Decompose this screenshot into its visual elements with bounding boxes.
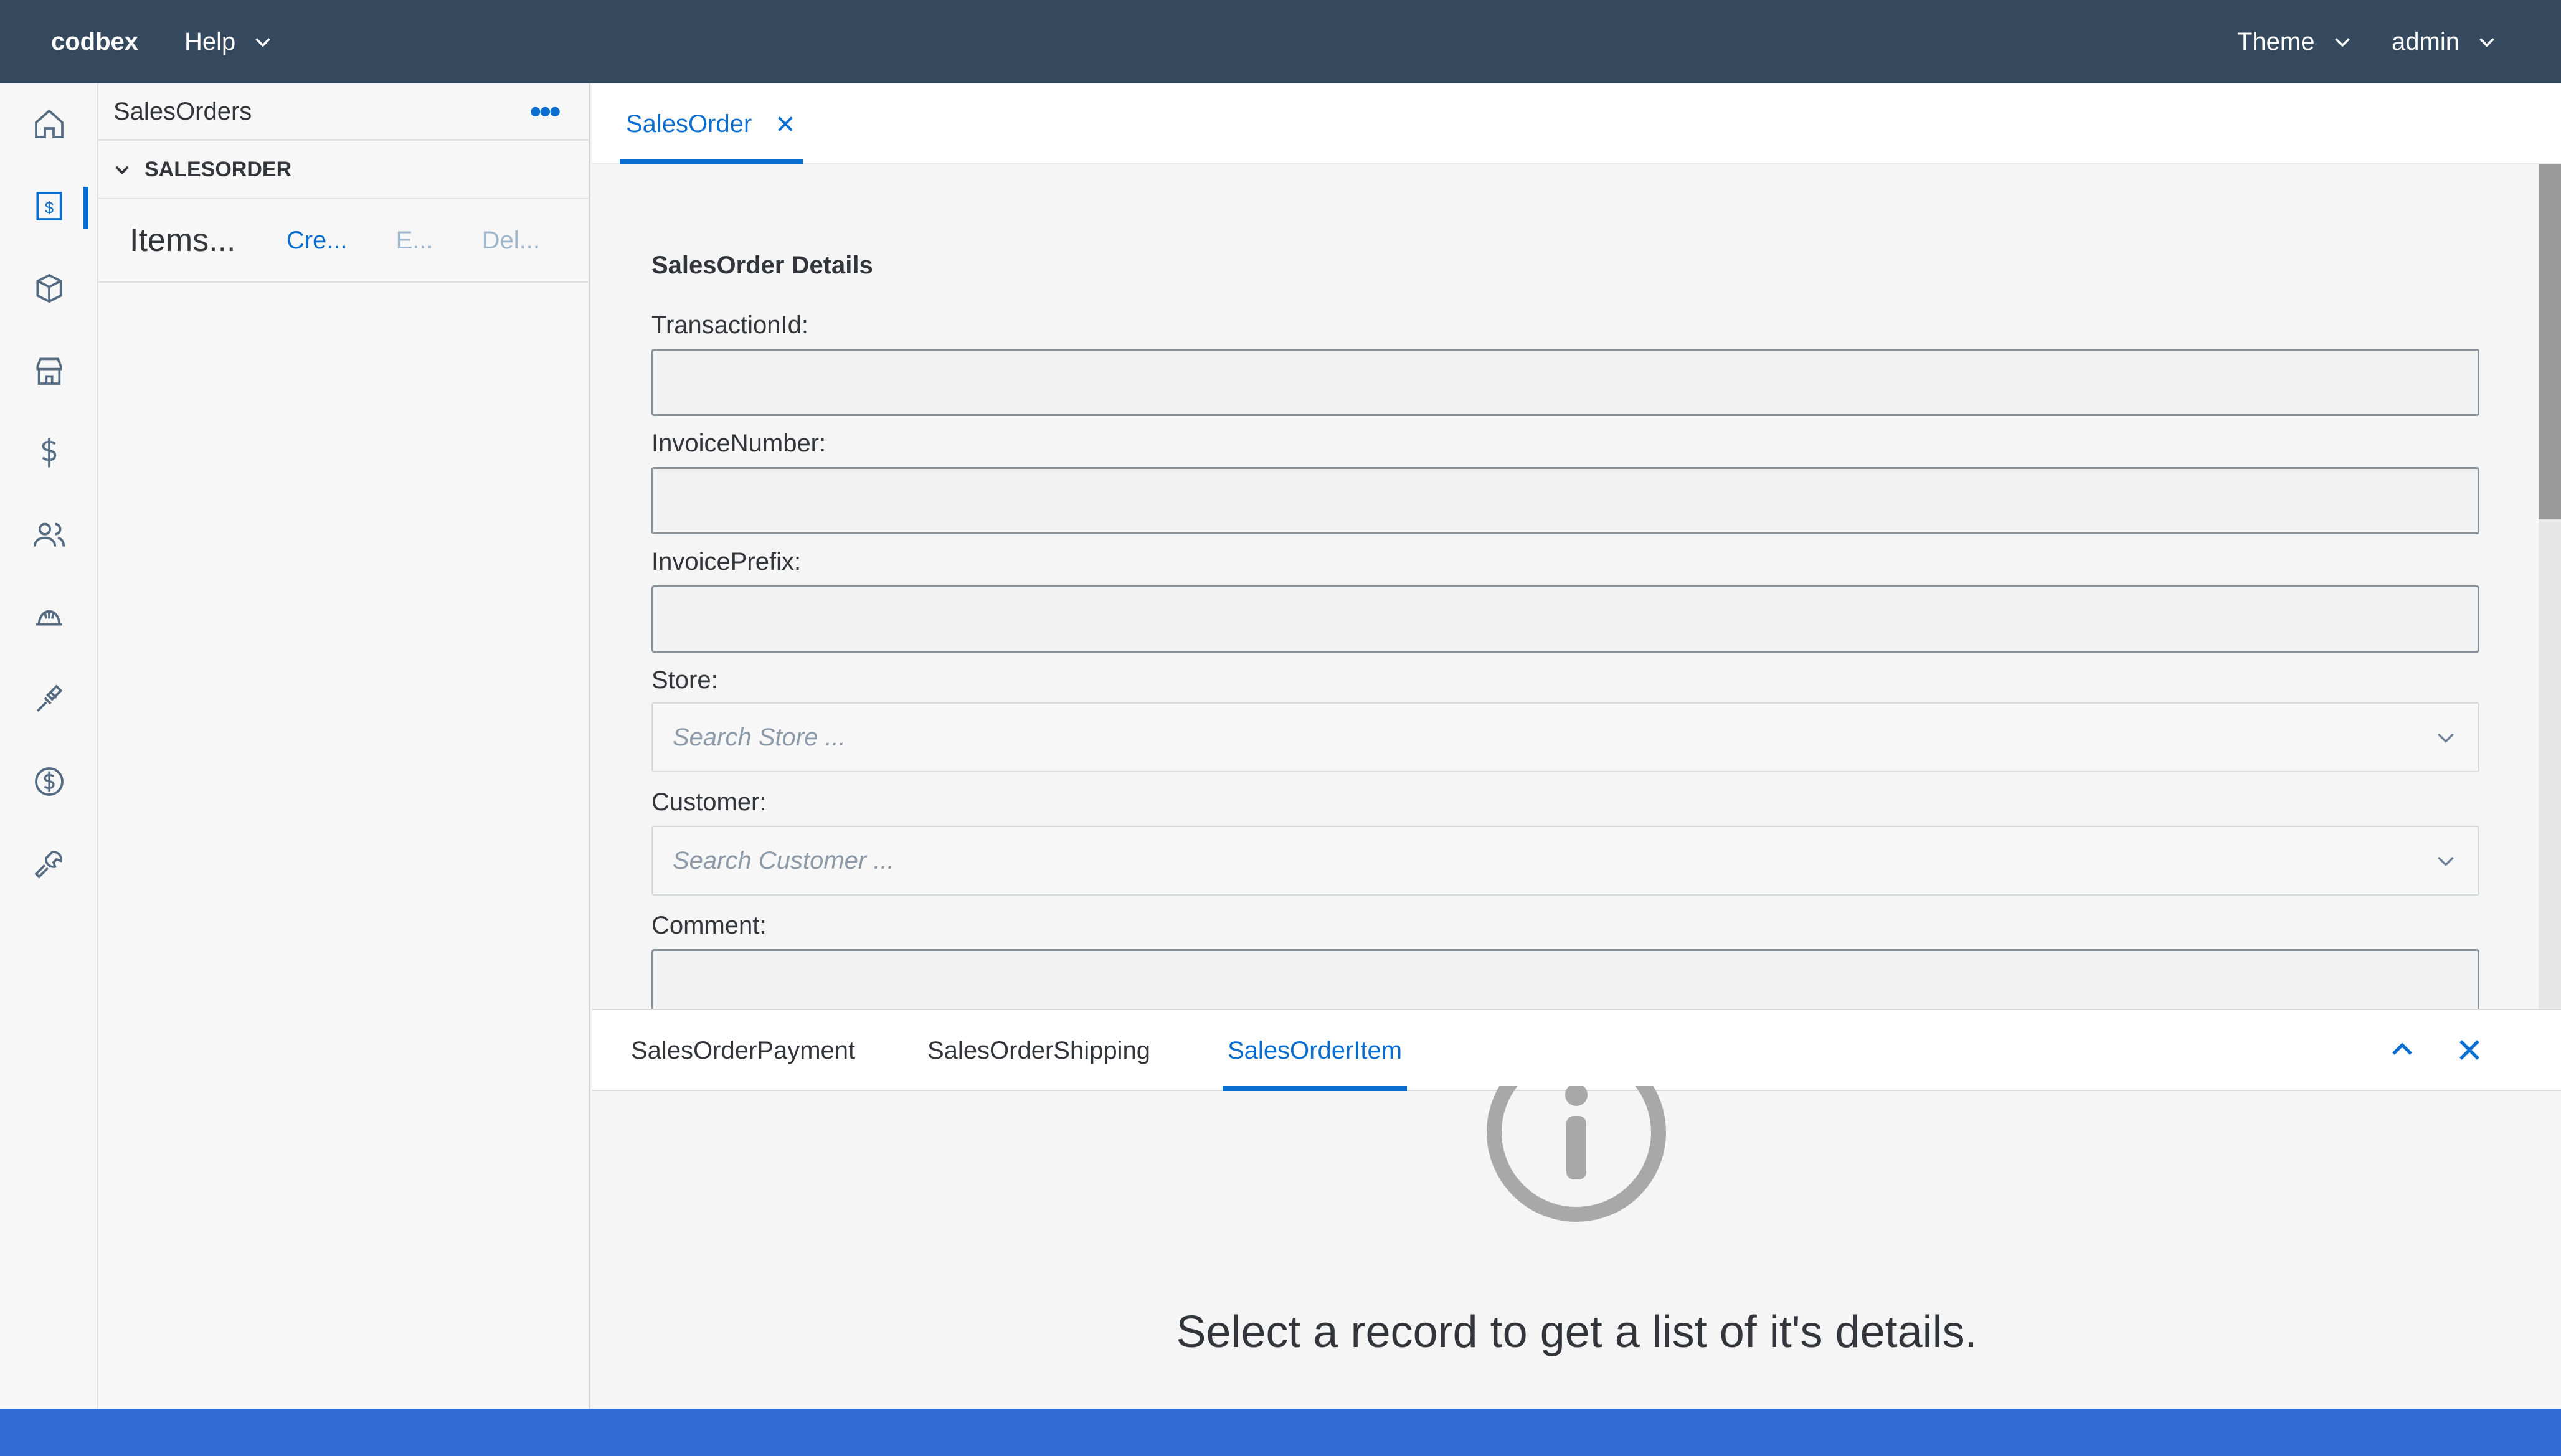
- tree-header: SalesOrders •••: [98, 83, 589, 141]
- help-menu[interactable]: Help: [184, 28, 274, 56]
- tree-row-items[interactable]: Items... Cre... E... Del...: [98, 199, 589, 283]
- sales-document-icon: $: [36, 192, 62, 220]
- nav-partners[interactable]: [0, 501, 98, 569]
- customer-placeholder: Search Customer ...: [673, 846, 894, 874]
- dollar-circle-icon: [35, 767, 64, 796]
- comment-input[interactable]: [651, 949, 2479, 1016]
- store-label: Store:: [651, 666, 718, 694]
- chevron-down-icon: [115, 166, 129, 175]
- close-icon[interactable]: [774, 113, 797, 135]
- transactionid-input[interactable]: [651, 349, 2479, 416]
- empty-state-message: Select a record to get a list of it's de…: [1176, 1307, 1977, 1357]
- chevron-down-icon: [2479, 38, 2494, 47]
- people-icon: [33, 522, 65, 547]
- store-placeholder: Search Store ...: [673, 723, 846, 751]
- nav-settings[interactable]: [0, 830, 98, 898]
- tree-row-title[interactable]: Items...: [130, 222, 286, 259]
- theme-menu-label: Theme: [2237, 27, 2315, 55]
- details-tabbar: SalesOrderPayment SalesOrderShipping Sal…: [592, 1009, 2561, 1091]
- form-scrollbar[interactable]: [2539, 164, 2561, 1091]
- tab-salesorderitem[interactable]: SalesOrderItem: [1223, 1010, 1408, 1091]
- invoiceprefix-label: InvoicePrefix:: [651, 548, 802, 575]
- more-options-icon[interactable]: •••: [529, 94, 561, 129]
- product-box-icon: [36, 273, 62, 303]
- tab-salesordershipping[interactable]: SalesOrderShipping: [922, 1010, 1155, 1091]
- nav-sales[interactable]: $: [0, 172, 98, 240]
- chevron-up-icon[interactable]: [2387, 1035, 2417, 1065]
- scrollbar-thumb[interactable]: [2539, 164, 2561, 519]
- chevron-down-icon: [2334, 38, 2350, 47]
- nav-payments[interactable]: [0, 747, 98, 816]
- info-icon: [1484, 1086, 1669, 1223]
- tree-group-label: SALESORDER: [144, 157, 292, 181]
- settings-wrench-icon: [34, 851, 62, 879]
- tab-salesorderpayment[interactable]: SalesOrderPayment: [626, 1010, 860, 1091]
- theme-menu[interactable]: Theme: [2237, 28, 2354, 56]
- wrench-screw-icon: [37, 684, 63, 712]
- svg-text:$: $: [45, 200, 54, 217]
- invoiceprefix-input[interactable]: [651, 585, 2479, 653]
- section-title: SalesOrder Details: [651, 252, 873, 279]
- brand-logo[interactable]: codbex: [51, 28, 138, 56]
- customer-combobox[interactable]: Search Customer ...: [651, 826, 2479, 896]
- tab-salesordershipping-label: SalesOrderShipping: [927, 1036, 1150, 1064]
- nav-finance[interactable]: [0, 418, 98, 487]
- create-link[interactable]: Cre...: [286, 227, 348, 255]
- entity-tree: SalesOrders ••• SALESORDER Items... Cre.…: [98, 83, 590, 1409]
- nav-products[interactable]: [0, 254, 98, 323]
- home-icon: [35, 109, 64, 138]
- tree-title: SalesOrders: [113, 97, 252, 125]
- tab-salesorder-label: SalesOrder: [626, 110, 752, 138]
- chevron-down-icon[interactable]: [2433, 725, 2458, 750]
- chevron-down-icon[interactable]: [2433, 848, 2458, 873]
- salesorder-form: SalesOrder Details TransactionId: Invoic…: [651, 164, 2479, 1091]
- editor-tabbar: SalesOrder: [592, 83, 2561, 164]
- delete-link[interactable]: Del...: [482, 227, 540, 255]
- store-combobox[interactable]: Search Store ...: [651, 702, 2479, 772]
- invoicenumber-label: InvoiceNumber:: [651, 430, 826, 457]
- nav-employees[interactable]: [0, 583, 98, 651]
- side-navigation: $: [0, 83, 98, 1409]
- status-footer: [0, 1409, 2561, 1456]
- tab-salesorder[interactable]: SalesOrder: [620, 83, 803, 164]
- tab-salesorderitem-label: SalesOrderItem: [1228, 1036, 1403, 1064]
- shell-bar: codbex Help Theme admin: [0, 0, 2561, 83]
- chevron-down-icon: [255, 38, 271, 47]
- customer-label: Customer:: [651, 788, 767, 816]
- nav-stores[interactable]: [0, 336, 98, 405]
- nav-configuration[interactable]: [0, 665, 98, 734]
- main-editor: SalesOrder SalesOrder Details Transactio…: [592, 83, 2561, 1409]
- nav-home[interactable]: [0, 90, 98, 158]
- user-menu-label: admin: [2392, 27, 2459, 55]
- tab-salesorderpayment-label: SalesOrderPayment: [631, 1036, 856, 1064]
- edit-link[interactable]: E...: [396, 227, 433, 255]
- comment-label: Comment:: [651, 912, 767, 939]
- user-menu[interactable]: admin: [2392, 28, 2498, 56]
- invoicenumber-input[interactable]: [651, 467, 2479, 534]
- transactionid-label: TransactionId:: [651, 311, 808, 339]
- close-icon[interactable]: [2454, 1035, 2484, 1065]
- helmet-icon: [36, 610, 62, 626]
- help-menu-label: Help: [184, 27, 236, 55]
- store-icon: [36, 357, 62, 385]
- tree-group-salesorder[interactable]: SALESORDER: [98, 141, 589, 199]
- dollar-icon: [42, 438, 57, 468]
